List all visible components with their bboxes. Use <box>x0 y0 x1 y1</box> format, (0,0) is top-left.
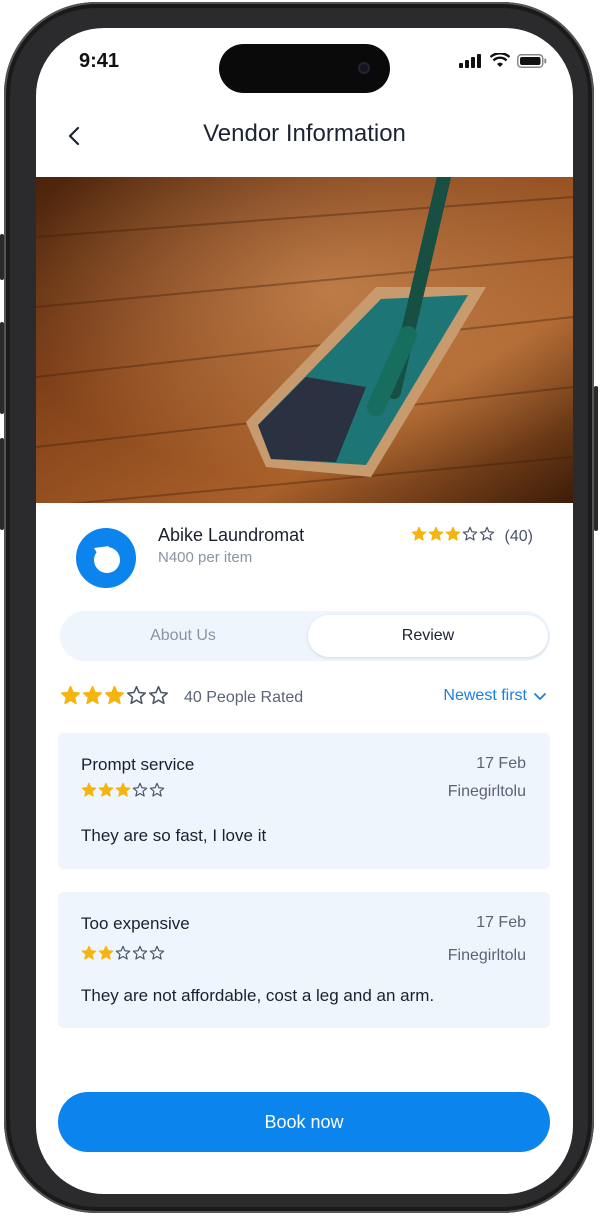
star-filled-icon <box>81 782 97 803</box>
review-author: Finegirltolu <box>447 947 526 964</box>
star-filled-icon <box>82 685 103 711</box>
star-empty-icon <box>132 782 148 803</box>
review-title: Prompt service <box>81 755 195 774</box>
power-button <box>594 386 598 531</box>
vendor-logo <box>76 528 136 588</box>
star-empty-icon <box>149 782 165 803</box>
vendor-rating: (40) <box>411 526 533 547</box>
review-date: 17 Feb <box>476 755 526 772</box>
action-button <box>0 234 4 280</box>
vendor-name: Abike Laundromat <box>158 525 305 545</box>
rating-summary-text: 40 People Rated <box>184 689 304 706</box>
signal-icon <box>459 53 481 68</box>
header: Vendor Information <box>36 106 573 166</box>
review-text: They are so fast, I love it <box>81 826 267 845</box>
star-empty-icon <box>115 945 131 966</box>
volume-down-button <box>0 438 4 530</box>
vendor-rating-count: (40) <box>504 527 533 545</box>
star-filled-icon <box>98 945 114 966</box>
mop-illustration <box>36 177 573 503</box>
star-filled-icon <box>60 685 81 711</box>
tab-review[interactable]: Review <box>308 615 548 657</box>
star-filled-icon <box>98 782 114 803</box>
screen: 9:41 Vendor Information Abike Laundromat… <box>36 28 573 1194</box>
review-rating-stars <box>81 782 165 803</box>
review-title: Too expensive <box>81 914 190 933</box>
star-filled-icon <box>115 782 131 803</box>
book-now-button[interactable]: Book now <box>58 1092 550 1152</box>
status-icons <box>459 53 547 68</box>
phone-frame: 9:41 Vendor Information Abike Laundromat… <box>0 2 598 1213</box>
sort-label: Newest first <box>443 687 527 704</box>
star-filled-icon <box>411 526 427 547</box>
tab-about-us[interactable]: About Us <box>63 615 303 657</box>
review-card: Too expensive 17 Feb Finegirltolu They a… <box>58 892 550 1028</box>
star-empty-icon <box>148 685 169 711</box>
volume-up-button <box>0 322 4 414</box>
tab-bar: About Us Review <box>60 611 550 661</box>
chevron-down-icon <box>534 693 546 700</box>
star-empty-icon <box>462 526 478 547</box>
camera-icon <box>358 62 370 74</box>
star-filled-icon <box>104 685 125 711</box>
review-rating-stars <box>81 945 165 966</box>
vendor-hero-image <box>36 177 573 503</box>
star-empty-icon <box>126 685 147 711</box>
summary-rating-stars <box>60 685 169 711</box>
review-card: Prompt service 17 Feb Finegirltolu They … <box>58 733 550 869</box>
battery-icon <box>517 53 547 68</box>
star-empty-icon <box>479 526 495 547</box>
star-filled-icon <box>445 526 461 547</box>
star-filled-icon <box>81 945 97 966</box>
star-filled-icon <box>428 526 444 547</box>
vendor-rating-stars <box>411 526 495 547</box>
sort-dropdown[interactable]: Newest first <box>443 687 547 705</box>
review-date: 17 Feb <box>476 914 526 931</box>
star-empty-icon <box>149 945 165 966</box>
rating-summary: 40 People Rated <box>60 685 303 711</box>
star-empty-icon <box>132 945 148 966</box>
page-title: Vendor Information <box>203 120 406 147</box>
dynamic-island <box>219 44 390 93</box>
review-author: Finegirltolu <box>447 783 526 800</box>
review-text: They are not affordable, cost a leg and … <box>81 986 435 1005</box>
vendor-price: N400 per item <box>158 549 253 566</box>
wifi-icon <box>490 53 510 67</box>
status-time: 9:41 <box>79 50 120 72</box>
